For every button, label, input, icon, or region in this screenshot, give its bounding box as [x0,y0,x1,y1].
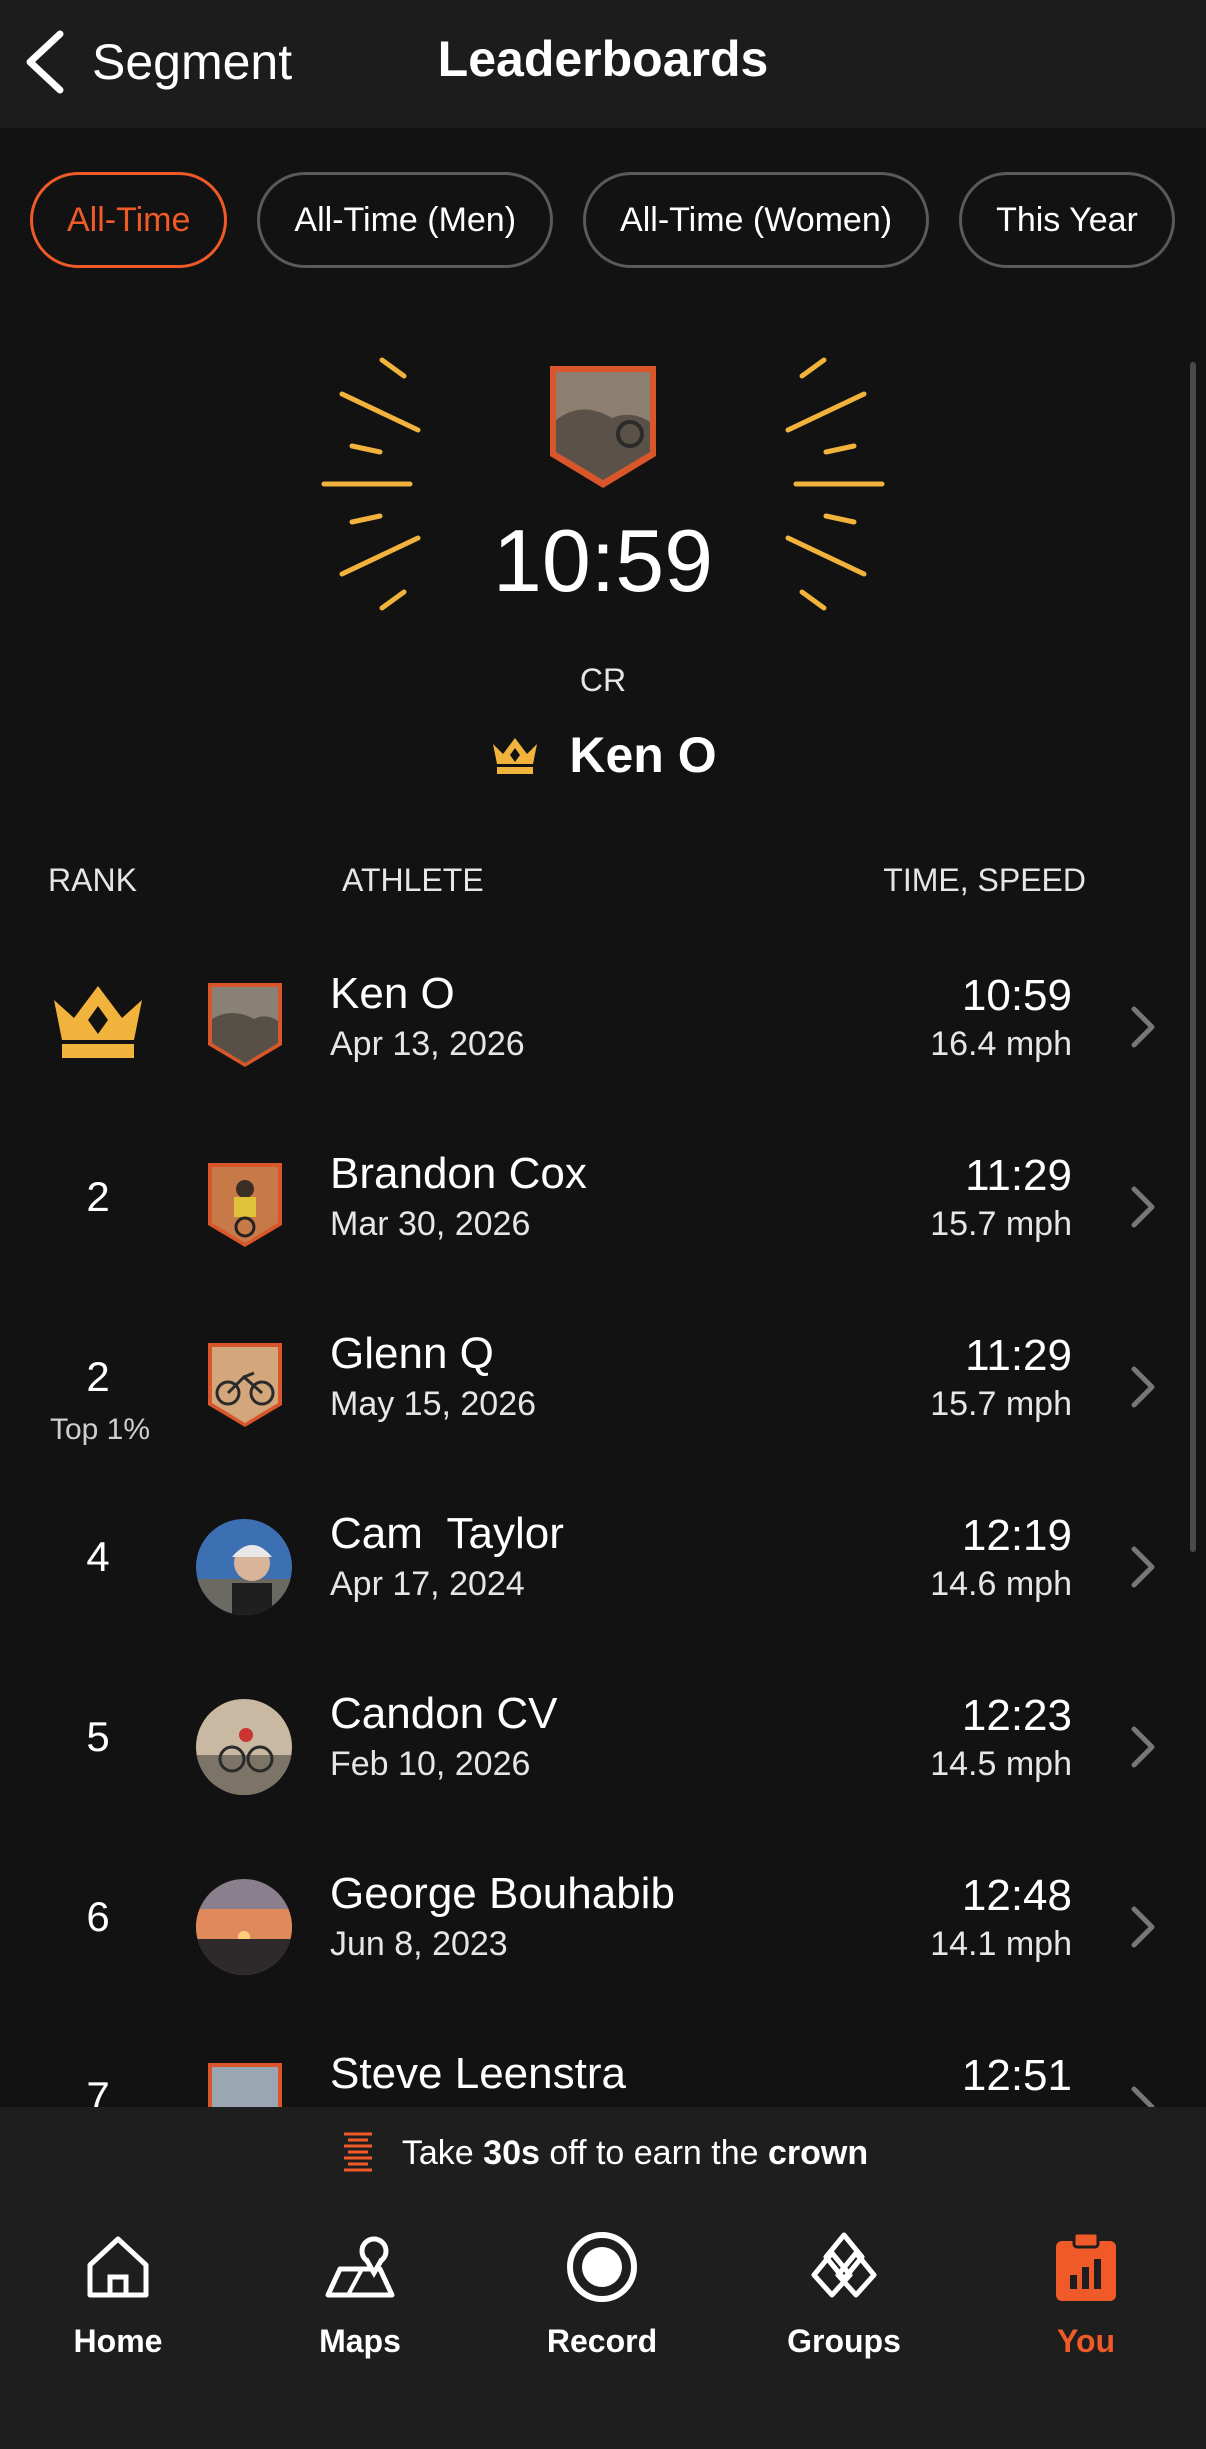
cr-holder[interactable]: Ken O [0,726,1206,784]
athlete-name: Brandon Cox [330,1149,587,1198]
cr-holder-name: Ken O [569,727,717,783]
rank-number: 4 [86,1533,110,1580]
tab-home-label: Home [73,2323,163,2359]
athlete-avatar [208,1343,282,1427]
table-header: RANK ATHLETE TIME, SPEED [0,862,1206,902]
athlete-avatar [196,1879,292,1975]
table-row[interactable]: 2 Brandon Cox Mar 30, 2026 11:29 15.7 mp… [0,1115,1206,1295]
top-bar: Segment Leaderboards [0,0,1206,128]
chip-all-time[interactable]: All-Time [30,172,228,268]
crown-promo-banner: Take 30s off to earn the crown [0,2107,1206,2199]
chevron-right-icon [1131,1546,1155,1588]
athlete-avatar [196,1699,292,1795]
effort-speed: 15.7 mph [930,1205,1072,1243]
chevron-right-icon [1131,1906,1155,1948]
rank-number: 7 [86,2073,110,2107]
effort-date: Mar 30, 2026 [330,1205,531,1243]
promo-middle: off to earn the [539,2133,768,2172]
effort-time: 12:19 [961,1511,1072,1560]
crown-icon [493,738,538,774]
athlete-avatar [196,1519,292,1615]
effort-speed: 14.1 mph [930,1925,1072,1963]
effort-time: 12:48 [961,1871,1072,1920]
table-row[interactable]: 2 Top 1% Glenn Q May 15, 2026 11:29 15.7… [0,1295,1206,1475]
tab-you-label: You [1056,2323,1116,2359]
segment-stripes-icon [343,2132,372,2172]
effort-speed: 16.4 mph [930,1025,1072,1063]
effort-time: 12:23 [961,1691,1072,1740]
athlete-name: Steve Leenstra [330,2049,626,2098]
rank-number: 2 [86,1173,110,1220]
chip-this-year[interactable]: This Year [959,172,1175,268]
tab-maps[interactable]: Maps [260,2219,460,2369]
column-rank: RANK [48,862,137,898]
effort-date: May 15, 2026 [330,1385,537,1423]
effort-time: 11:29 [965,1151,1072,1200]
effort-speed: 14.6 mph [930,1565,1072,1603]
cr-avatar-shield [550,366,656,488]
chevron-right-icon [1131,1726,1155,1768]
athlete-avatar [208,983,282,1067]
chip-all-time-men[interactable]: All-Time (Men) [257,172,554,268]
you-icon [1056,2231,1116,2301]
rank-number: 2 [86,1353,110,1400]
chip-all-time-women[interactable]: All-Time (Women) [583,172,930,268]
chevron-right-icon [1131,1186,1155,1228]
chevron-right-icon [1131,2086,1155,2107]
tab-home[interactable]: Home [18,2219,218,2369]
cr-time: 10:59 [492,511,714,610]
promo-text: Take 30s off to earn the crown [402,2134,868,2173]
athlete-avatar [208,1163,282,1247]
column-athlete: ATHLETE [342,862,484,898]
cr-label: CR [579,662,627,698]
groups-icon [811,2232,877,2298]
athlete-name: Glenn Q [330,1329,494,1378]
tab-you[interactable]: You [986,2219,1186,2369]
effort-speed: 14.5 mph [930,1745,1072,1783]
tab-record[interactable]: Record [502,2219,702,2369]
promo-prefix: Take [401,2133,484,2172]
record-icon [567,2232,637,2302]
scrollbar[interactable] [1190,362,1196,1552]
table-row[interactable]: 5 Candon CV Feb 10, 2026 12:23 14.5 mph [0,1655,1206,1835]
tab-groups[interactable]: Groups [744,2219,944,2369]
percentile-badge: Top 1% [49,1413,151,1446]
filter-chips: All-Time All-Time (Men) All-Time (Women)… [30,172,1175,268]
tab-maps-label: Maps [319,2323,401,2359]
leaderboards-screen: Segment Leaderboards All-Time All-Time (… [0,0,1206,2449]
athlete-name: Cam Taylor [330,1509,564,1558]
crown-icon [54,986,142,1058]
table-row[interactable]: 4 Cam Taylor Apr 17, 2024 12:19 14.6 mph [0,1475,1206,1655]
effort-date: Jun 8, 2023 [330,1925,508,1963]
promo-time: 30s [483,2133,540,2172]
cr-hero: 10:59 CR Ken O [0,340,1206,800]
effort-speed: 15.7 mph [930,1385,1072,1423]
athlete-name: Ken O [330,969,455,1018]
rank-number: 6 [86,1893,110,1940]
effort-time: 11:29 [965,1331,1072,1380]
home-icon [87,2236,149,2298]
effort-time: 10:59 [961,971,1072,1020]
athlete-name: George Bouhabib [330,1869,675,1918]
athlete-name: Candon CV [330,1689,558,1738]
effort-date: Apr 13, 2026 [330,1025,525,1063]
rank-number: 5 [86,1713,110,1760]
promo-crown: crown [767,2133,869,2172]
maps-icon [325,2236,395,2298]
column-time-speed: TIME, SPEED [883,862,1086,898]
chevron-right-icon [1131,1366,1155,1408]
chevron-right-icon [1131,1006,1155,1048]
leaderboard-list: Ken O Apr 13, 2026 10:59 16.4 mph 2 Bran… [0,935,1206,2107]
athlete-avatar [208,2063,282,2107]
table-row[interactable]: 7 Steve Leenstra 12:51 [0,2015,1206,2107]
effort-date: Apr 17, 2024 [330,1565,525,1603]
effort-time: 12:51 [961,2051,1072,2100]
page-title: Leaderboards [437,31,769,87]
tab-groups-label: Groups [787,2323,901,2359]
table-row[interactable]: 6 George Bouhabib Jun 8, 2023 12:48 14.1… [0,1835,1206,2015]
effort-date: Feb 10, 2026 [330,1745,531,1783]
tab-record-label: Record [546,2323,658,2359]
bottom-tab-bar: Home Maps Record Groups You [0,2199,1206,2449]
table-row[interactable]: Ken O Apr 13, 2026 10:59 16.4 mph [0,935,1206,1115]
